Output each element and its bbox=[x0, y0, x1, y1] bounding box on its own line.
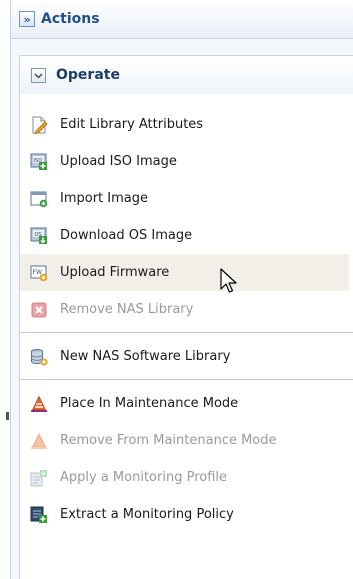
chevron-down-glyph bbox=[34, 72, 43, 79]
remove-icon bbox=[31, 302, 47, 317]
menu-item-label: Remove NAS Library bbox=[60, 302, 194, 317]
monitoring-profile-icon bbox=[30, 469, 47, 486]
menu-item-import-image[interactable]: Import Image bbox=[20, 180, 353, 217]
menu-item-label: Upload ISO Image bbox=[60, 154, 177, 169]
splitter-grip[interactable] bbox=[6, 412, 9, 420]
menu-item-label: Import Image bbox=[60, 191, 148, 206]
menu-item-remove-nas-library[interactable]: Remove NAS Library bbox=[20, 291, 353, 328]
menu-item-upload-iso-image[interactable]: ISO Upload ISO Image bbox=[20, 143, 353, 180]
menu-item-apply-monitoring-profile[interactable]: Apply a Monitoring Profile bbox=[20, 459, 353, 496]
operate-title: Operate bbox=[56, 67, 120, 83]
firmware-upload-icon: FW bbox=[30, 265, 48, 281]
menu-item-place-in-maintenance-mode[interactable]: Place In Maintenance Mode bbox=[20, 385, 353, 422]
nas-library-icon bbox=[31, 348, 48, 365]
menu-item-label: Extract a Monitoring Policy bbox=[60, 507, 234, 522]
os-download-icon: OS bbox=[30, 227, 47, 244]
menu-item-upload-firmware[interactable]: FW Upload Firmware bbox=[20, 254, 349, 291]
operate-section: Operate Edit Library Attributes ISO Uplo… bbox=[19, 55, 353, 579]
monitoring-policy-icon bbox=[30, 506, 47, 523]
actions-header[interactable]: » Actions bbox=[11, 0, 353, 39]
operate-header[interactable]: Operate bbox=[20, 56, 353, 94]
actions-panel: » Actions Operate Edit Library Attribute… bbox=[10, 0, 353, 579]
chevron-down-icon[interactable] bbox=[31, 67, 46, 83]
menu-item-label: Edit Library Attributes bbox=[60, 117, 204, 132]
svg-text:FW: FW bbox=[33, 269, 42, 276]
left-gutter bbox=[0, 0, 10, 579]
menu-item-label: Upload Firmware bbox=[60, 265, 170, 280]
menu-item-label: Apply a Monitoring Profile bbox=[60, 470, 228, 485]
menu-item-label: Download OS Image bbox=[60, 228, 193, 243]
menu-item-label: Place In Maintenance Mode bbox=[60, 396, 239, 411]
menu-item-download-os-image[interactable]: OS Download OS Image bbox=[20, 217, 353, 254]
import-image-icon bbox=[30, 191, 48, 207]
operate-menu: Edit Library Attributes ISO Upload ISO I… bbox=[20, 106, 353, 533]
maintenance-remove-icon bbox=[31, 432, 47, 449]
mouse-pointer-icon bbox=[220, 268, 237, 293]
menu-item-edit-library-attributes[interactable]: Edit Library Attributes bbox=[20, 106, 353, 143]
menu-separator bbox=[20, 332, 353, 333]
menu-item-label: New NAS Software Library bbox=[60, 349, 231, 364]
menu-item-label: Remove From Maintenance Mode bbox=[60, 433, 277, 448]
menu-item-new-nas-software-library[interactable]: New NAS Software Library bbox=[20, 338, 353, 375]
menu-item-remove-from-maintenance-mode[interactable]: Remove From Maintenance Mode bbox=[20, 422, 353, 459]
menu-item-extract-monitoring-policy[interactable]: Extract a Monitoring Policy bbox=[20, 496, 353, 533]
actions-title: Actions bbox=[41, 11, 100, 27]
edit-document-icon bbox=[32, 116, 48, 134]
iso-upload-icon: ISO bbox=[30, 153, 47, 170]
maintenance-cone-icon bbox=[31, 395, 47, 412]
double-chevron-right-icon[interactable]: » bbox=[19, 11, 35, 27]
menu-separator bbox=[20, 379, 353, 380]
